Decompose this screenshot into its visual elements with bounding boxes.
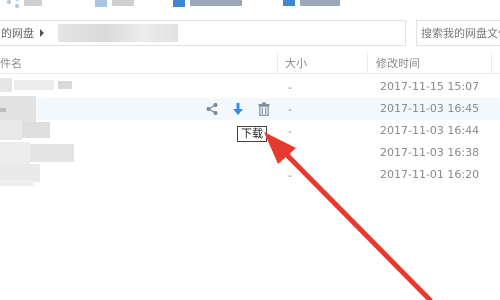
toolbar-upload-label bbox=[112, 0, 134, 6]
column-header-size[interactable]: 大小 bbox=[278, 52, 368, 74]
download-tooltip: 下载 bbox=[237, 126, 267, 142]
row-actions bbox=[205, 99, 271, 119]
search-placeholder: 搜索我的网盘文件 bbox=[421, 27, 500, 40]
toolbar-share-label bbox=[24, 0, 42, 6]
toolbar-offline-download-label bbox=[300, 0, 340, 6]
file-modified: 2017-11-03 16:44 bbox=[380, 124, 480, 137]
file-size: - bbox=[288, 147, 292, 160]
search-input[interactable]: 搜索我的网盘文件 bbox=[416, 20, 500, 46]
file-list-header: 件名 大小 修改时间 bbox=[0, 52, 500, 74]
table-row[interactable]: - 2017-11-03 16:38 bbox=[0, 142, 500, 164]
column-header-modified[interactable]: 修改时间 bbox=[368, 52, 492, 74]
table-row[interactable]: - 2017-11-15 15:07 bbox=[0, 76, 500, 98]
address-bar: 的网盘 搜索我的网盘文件 bbox=[0, 18, 500, 48]
download-icon[interactable] bbox=[231, 102, 245, 116]
share-icon bbox=[6, 0, 20, 8]
toolbar-new-folder-label bbox=[190, 0, 242, 6]
breadcrumb-folder-blurred[interactable] bbox=[58, 24, 178, 42]
file-size: - bbox=[288, 169, 292, 182]
file-modified: 2017-11-03 16:38 bbox=[380, 146, 480, 159]
toolbar-new-folder-button[interactable] bbox=[172, 0, 242, 9]
toolbar-share-button[interactable] bbox=[6, 0, 42, 9]
column-header-name[interactable]: 件名 bbox=[0, 52, 278, 74]
toolbar-upload-button[interactable] bbox=[94, 0, 134, 9]
new-folder-icon bbox=[172, 0, 186, 8]
share-icon[interactable] bbox=[205, 102, 219, 116]
breadcrumb-separator-icon[interactable] bbox=[40, 29, 44, 37]
upload-icon bbox=[94, 0, 108, 8]
file-modified: 2017-11-15 15:07 bbox=[380, 80, 480, 93]
file-size: - bbox=[288, 125, 292, 138]
file-modified: 2017-11-03 16:45 bbox=[380, 102, 480, 115]
toolbar bbox=[0, 0, 500, 14]
file-modified: 2017-11-01 16:20 bbox=[380, 168, 480, 181]
breadcrumb-root[interactable]: 的网盘 bbox=[0, 25, 34, 41]
table-row[interactable]: - 2017-11-03 16:45 bbox=[0, 96, 500, 122]
trash-icon[interactable] bbox=[257, 102, 271, 116]
file-size: - bbox=[288, 103, 292, 116]
file-size: - bbox=[288, 81, 292, 94]
breadcrumb: 的网盘 bbox=[0, 20, 406, 46]
toolbar-offline-download-button[interactable] bbox=[282, 0, 340, 9]
table-row[interactable]: - 2017-11-01 16:20 bbox=[0, 164, 500, 186]
remote-download-icon bbox=[282, 0, 296, 8]
